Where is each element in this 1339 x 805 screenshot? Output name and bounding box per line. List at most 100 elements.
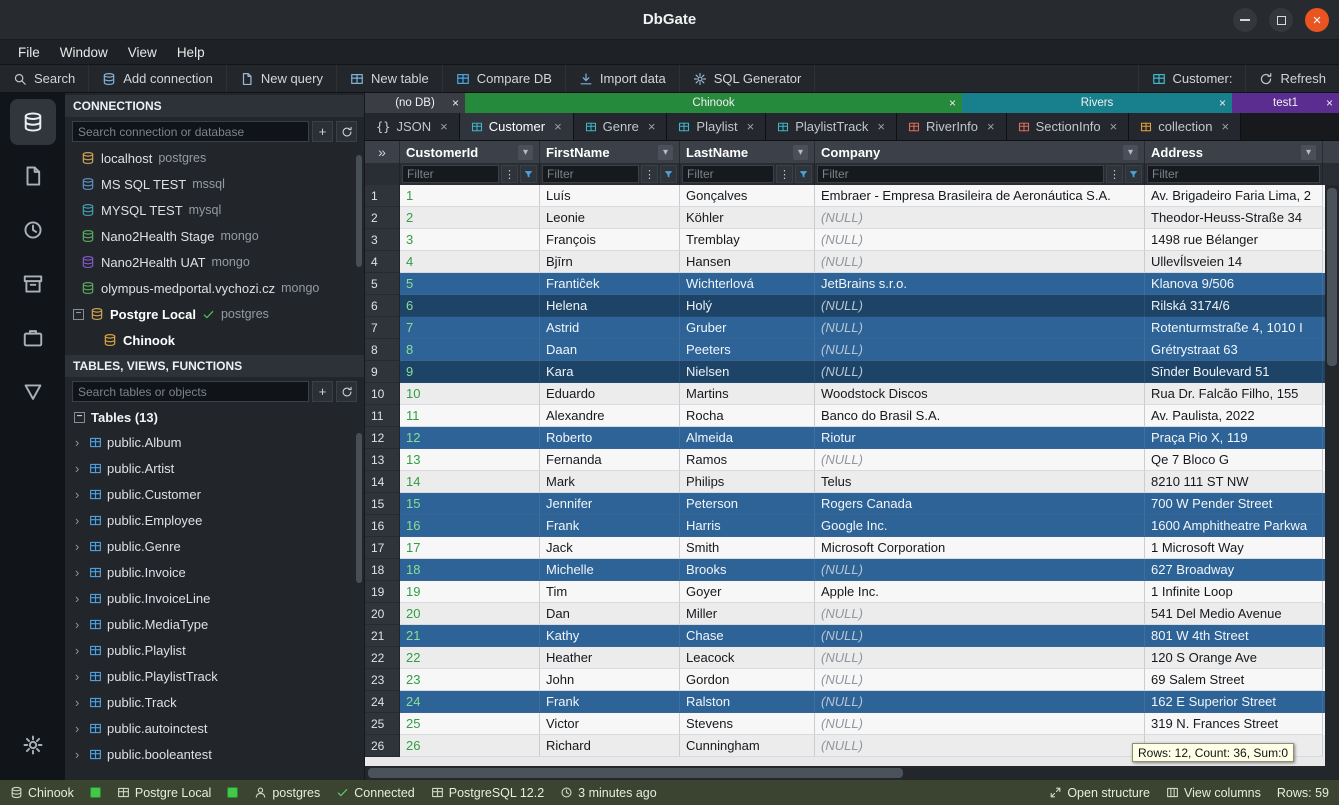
row-number[interactable]: 15: [365, 493, 400, 515]
cell-customerid[interactable]: 18: [400, 559, 540, 581]
row-number[interactable]: 11: [365, 405, 400, 427]
column-header-address[interactable]: Address▾: [1145, 141, 1323, 163]
cell-customerid[interactable]: 24: [400, 691, 540, 713]
cell-company[interactable]: Telus: [815, 471, 1145, 493]
cell-customerid[interactable]: 12: [400, 427, 540, 449]
column-header-company[interactable]: Company▾: [815, 141, 1145, 163]
row-number[interactable]: 22: [365, 647, 400, 669]
tab-genre[interactable]: Genre×: [574, 113, 668, 140]
chevron-right-icon[interactable]: ›: [75, 747, 84, 762]
cell-company[interactable]: (NULL): [815, 625, 1145, 647]
row-number[interactable]: 18: [365, 559, 400, 581]
cell-firstname[interactable]: Frantiĉek: [540, 273, 680, 295]
toolbar-compare-db[interactable]: Compare DB: [443, 65, 566, 92]
cell-address[interactable]: 700 W Pender Street: [1145, 493, 1323, 515]
cell-lastname[interactable]: Wichterlová: [680, 273, 815, 295]
cell-address[interactable]: 1600 Amphitheatre Parkwa: [1145, 515, 1323, 537]
table-row[interactable]: 33FrançoisTremblay(NULL)1498 rue Bélange…: [365, 229, 1339, 251]
filter-input-customerid[interactable]: [402, 165, 499, 183]
chevron-right-icon[interactable]: ›: [75, 643, 84, 658]
connection-item-nano2health-stage[interactable]: Nano2Health Stagemongo: [65, 223, 364, 249]
row-number[interactable]: 9: [365, 361, 400, 383]
cell-company[interactable]: JetBrains s.r.o.: [815, 273, 1145, 295]
maximize-button[interactable]: [1269, 8, 1293, 32]
cell-lastname[interactable]: Miller: [680, 603, 815, 625]
cell-address[interactable]: 8210 111 ST NW: [1145, 471, 1323, 493]
table-item-public-genre[interactable]: ›public.Genre: [65, 533, 364, 559]
cell-address[interactable]: 1498 rue Bélanger: [1145, 229, 1323, 251]
cell-lastname[interactable]: Cunningham: [680, 735, 815, 757]
collapse-expander-icon[interactable]: −: [74, 412, 85, 423]
filter-menu-button[interactable]: ⋮: [1106, 165, 1123, 183]
table-item-public-customer[interactable]: ›public.Customer: [65, 481, 364, 507]
toolbar-new-query[interactable]: New query: [227, 65, 337, 92]
table-row[interactable]: 66HelenaHolý(NULL)Rilská 3174/6: [365, 295, 1339, 317]
cell-company[interactable]: (NULL): [815, 713, 1145, 735]
vertical-scrollbar-thumb[interactable]: [1327, 188, 1337, 366]
cell-customerid[interactable]: 7: [400, 317, 540, 339]
cell-firstname[interactable]: John: [540, 669, 680, 691]
horizontal-scrollbar[interactable]: [365, 766, 1339, 780]
cell-address[interactable]: 541 Del Medio Avenue: [1145, 603, 1323, 625]
cell-company[interactable]: (NULL): [815, 229, 1145, 251]
cell-company[interactable]: (NULL): [815, 339, 1145, 361]
status-postgresql-12-2[interactable]: PostgreSQL 12.2: [431, 786, 544, 800]
status-open-structure[interactable]: Open structure: [1049, 786, 1150, 800]
cell-customerid[interactable]: 19: [400, 581, 540, 603]
cell-company[interactable]: Banco do Brasil S.A.: [815, 405, 1145, 427]
table-item-public-employee[interactable]: ›public.Employee: [65, 507, 364, 533]
cell-customerid[interactable]: 20: [400, 603, 540, 625]
rail-filters[interactable]: [10, 369, 56, 415]
chevron-right-icon[interactable]: ›: [75, 695, 84, 710]
chevron-down-icon[interactable]: ▾: [518, 145, 533, 160]
row-number[interactable]: 8: [365, 339, 400, 361]
cell-lastname[interactable]: Chase: [680, 625, 815, 647]
menu-view[interactable]: View: [118, 43, 167, 62]
cell-firstname[interactable]: François: [540, 229, 680, 251]
close-icon[interactable]: ×: [877, 119, 885, 134]
column-header-customerid[interactable]: CustomerId▾: [400, 141, 540, 163]
table-row[interactable]: 88DaanPeeters(NULL)Grétrystraat 63: [365, 339, 1339, 361]
status-postgres[interactable]: postgres: [254, 786, 320, 800]
cell-lastname[interactable]: Nielsen: [680, 361, 815, 383]
chevron-right-icon[interactable]: ›: [75, 617, 84, 632]
tab-group-chinook[interactable]: Chinook×: [465, 93, 962, 113]
cell-lastname[interactable]: Leacock: [680, 647, 815, 669]
tab-riverinfo[interactable]: RiverInfo×: [897, 113, 1007, 140]
cell-firstname[interactable]: Jack: [540, 537, 680, 559]
table-row[interactable]: 2525VictorStevens(NULL)319 N. Frances St…: [365, 713, 1339, 735]
add-table-small-button[interactable]: +: [312, 381, 333, 402]
cell-address[interactable]: Praça Pio X, 119: [1145, 427, 1323, 449]
chevron-down-icon[interactable]: ▾: [793, 145, 808, 160]
cell-customerid[interactable]: 2: [400, 207, 540, 229]
cell-firstname[interactable]: Mark: [540, 471, 680, 493]
table-row[interactable]: 11LuísGonçalvesEmbraer - Empresa Brasile…: [365, 185, 1339, 207]
cell-company[interactable]: (NULL): [815, 669, 1145, 691]
row-number[interactable]: 14: [365, 471, 400, 493]
rail-archive[interactable]: [10, 261, 56, 307]
cell-lastname[interactable]: Rocha: [680, 405, 815, 427]
cell-company[interactable]: Apple Inc.: [815, 581, 1145, 603]
status-chinook[interactable]: Chinook: [10, 786, 74, 800]
tab-sectioninfo[interactable]: SectionInfo×: [1007, 113, 1130, 140]
cell-firstname[interactable]: Bjīrn: [540, 251, 680, 273]
cell-firstname[interactable]: Daan: [540, 339, 680, 361]
cell-customerid[interactable]: 21: [400, 625, 540, 647]
table-item-public-autoinctest[interactable]: ›public.autoinctest: [65, 715, 364, 741]
cell-customerid[interactable]: 26: [400, 735, 540, 757]
row-number[interactable]: 7: [365, 317, 400, 339]
grid-corner[interactable]: »: [365, 141, 400, 163]
sidebar-scrollbar-thumb[interactable]: [356, 155, 362, 267]
filter-input-address[interactable]: [1147, 165, 1320, 183]
column-header-firstname[interactable]: FirstName▾: [540, 141, 680, 163]
status-3-minutes-ago[interactable]: 3 minutes ago: [560, 786, 657, 800]
status-view-columns[interactable]: View columns: [1166, 786, 1261, 800]
cell-address[interactable]: 627 Broadway: [1145, 559, 1323, 581]
cell-company[interactable]: Woodstock Discos: [815, 383, 1145, 405]
cell-address[interactable]: 1 Infinite Loop: [1145, 581, 1323, 603]
cell-customerid[interactable]: 3: [400, 229, 540, 251]
tab-customer[interactable]: Customer×: [460, 113, 574, 140]
cell-address[interactable]: UllevÍlsveien 14: [1145, 251, 1323, 273]
cell-firstname[interactable]: Richard: [540, 735, 680, 757]
cell-company[interactable]: (NULL): [815, 251, 1145, 273]
